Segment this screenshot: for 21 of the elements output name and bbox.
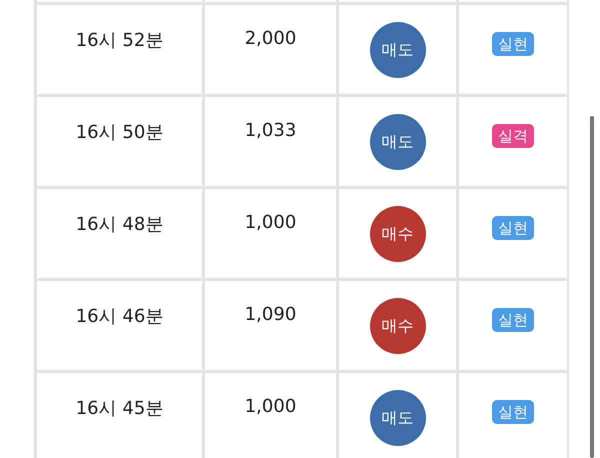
trade-type-badge: 매수: [370, 206, 426, 262]
amount-cell: 1,090: [244, 304, 296, 325]
trade-type-badge: 매수: [370, 298, 426, 354]
result-tag: 실격: [492, 124, 534, 148]
result-tag: 실현: [492, 32, 534, 56]
trade-type-badge: 매도: [370, 390, 426, 446]
amount-cell: 1,033: [244, 120, 296, 141]
time-cell-text: 16시 46분: [76, 305, 164, 328]
amount-cell: 1,000: [244, 396, 296, 417]
amount-cell: 1,000: [244, 212, 296, 233]
time-cell-text: 16시 45분: [76, 397, 164, 420]
scrollbar-thumb[interactable]: [590, 116, 594, 458]
trade-type-badge: 매도: [370, 22, 426, 78]
result-tag: 실현: [492, 216, 534, 240]
time-cell-text: 16시 48분: [76, 213, 164, 236]
result-tag: 실현: [492, 400, 534, 424]
time-cell-text: 16시 50분: [76, 121, 164, 144]
amount-cell: 2,000: [244, 28, 296, 49]
time-cell-text: 16시 52분: [76, 29, 164, 52]
trade-type-badge: 매도: [370, 114, 426, 170]
result-tag: 실현: [492, 308, 534, 332]
